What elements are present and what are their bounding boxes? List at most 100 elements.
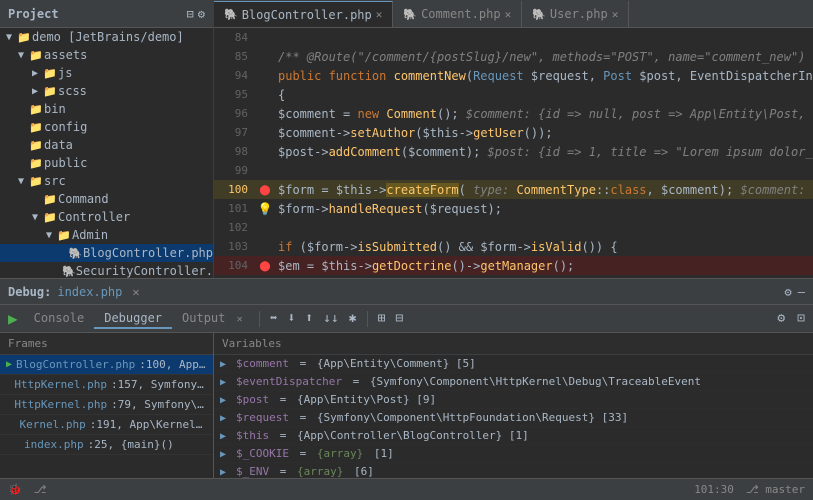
debug-panel-icon[interactable]: ⊡	[793, 309, 809, 328]
var-expand-icon-request[interactable]: ▶	[220, 413, 232, 424]
debug-tab-console[interactable]: Console	[24, 309, 95, 329]
sidebar-settings-icon[interactable]: ⚙	[198, 7, 205, 21]
var-item-comment[interactable]: ▶ $comment = {App\Entity\Comment} [5]	[214, 355, 813, 373]
frame-detail-2: :157, Symfony\Component\HttpKernel\HttpK…	[111, 378, 207, 391]
debug-step-into-button[interactable]: ⬇	[283, 309, 299, 328]
tree-item-securitycontroller[interactable]: ▶ 🐘 SecurityController.php	[0, 262, 213, 278]
tree-item-command[interactable]: ▶ 📁 Command	[0, 190, 213, 208]
tree-item-config[interactable]: ▶ 📁 config	[0, 118, 213, 136]
sidebar: Project ⊟ ⚙ ▼ 📁 demo [JetBrains/demo] ▼ …	[0, 0, 214, 278]
tree-item-data[interactable]: ▶ 📁 data	[0, 136, 213, 154]
var-item-post[interactable]: ▶ $post = {App\Entity\Post} [9]	[214, 391, 813, 409]
var-expand-icon-comment[interactable]: ▶	[220, 359, 232, 370]
frame-item-1[interactable]: ▶ BlogController.php :100, App\Controlle…	[0, 355, 213, 375]
tab-label-user: User.php	[550, 7, 608, 21]
tab-close-comment[interactable]: ✕	[505, 8, 512, 21]
tree-label-scss: scss	[58, 84, 87, 98]
debug-file[interactable]: index.php	[57, 285, 122, 299]
tree-label-assets: assets	[44, 48, 87, 62]
code-line-99: 99	[214, 161, 813, 180]
tree-item-demo[interactable]: ▼ 📁 demo [JetBrains/demo]	[0, 28, 213, 46]
debug-tab-debugger[interactable]: Debugger	[94, 309, 172, 329]
folder-icon-admin: 📁	[56, 229, 72, 242]
breakpoint-icon-100[interactable]: ⬤	[259, 185, 270, 196]
var-expand-icon-post[interactable]: ▶	[220, 395, 232, 406]
status-branch-name[interactable]: master	[765, 483, 805, 496]
frame-text-3: HttpKernel.php	[14, 398, 107, 411]
tree-arrow-bin: ▶	[14, 104, 28, 115]
breakpoint-icon-104[interactable]: ⬤	[259, 261, 270, 272]
frame-item-4[interactable]: Kernel.php :191, App\Kernel->handle()	[0, 415, 213, 435]
debug-settings-icon[interactable]: ⚙	[773, 309, 789, 328]
tree-label-bin: bin	[44, 102, 66, 116]
tab-user[interactable]: 🐘 User.php ✕	[522, 1, 629, 27]
frames-list: ▶ BlogController.php :100, App\Controlle…	[0, 355, 213, 478]
debug-step-over-button[interactable]: ⬌	[266, 309, 282, 328]
status-line-col[interactable]: 101:30	[694, 483, 734, 496]
debug-close-icon[interactable]: ✕	[132, 285, 139, 299]
frame-item-5[interactable]: index.php :25, {main}()	[0, 435, 213, 455]
tab-blogcontroller[interactable]: 🐘 BlogController.php ✕	[214, 1, 393, 27]
tab-label-comment: Comment.php	[421, 7, 500, 21]
tab-close-blog[interactable]: ✕	[376, 8, 383, 21]
frame-item-3[interactable]: HttpKernel.php :79, Symfony\Component\Ht…	[0, 395, 213, 415]
tree-arrow-config: ▶	[14, 122, 28, 133]
frame-text-5: index.php	[24, 438, 84, 451]
code-line-85: 85 /** @Route("/comment/{postSlug}/new",…	[214, 47, 813, 66]
tab-comment[interactable]: 🐘 Comment.php ✕	[393, 1, 522, 27]
debug-run-button[interactable]: ▶	[4, 307, 22, 330]
code-lines: 84 85 /** @Route("/comment/{postSlug}/ne…	[214, 28, 813, 278]
tree-item-blogcontroller[interactable]: ▶ 🐘 BlogController.php	[0, 244, 213, 262]
tree-label-config: config	[44, 120, 87, 134]
debug-frames-button[interactable]: ⊞	[374, 309, 390, 328]
debug-step-out-button[interactable]: ⬆	[301, 309, 317, 328]
tree-item-js[interactable]: ▶ 📁 js	[0, 64, 213, 82]
tree-item-public[interactable]: ▶ 📁 public	[0, 154, 213, 172]
tree-arrow-admin: ▼	[42, 230, 56, 241]
tree-item-assets[interactable]: ▼ 📁 assets	[0, 46, 213, 64]
tree-item-bin[interactable]: ▶ 📁 bin	[0, 100, 213, 118]
frames-panel: Frames ▶ BlogController.php :100, App\Co…	[0, 333, 214, 478]
var-expand-icon-env[interactable]: ▶	[220, 467, 232, 478]
project-tree: ▼ 📁 demo [JetBrains/demo] ▼ 📁 assets ▶ 📁…	[0, 28, 213, 278]
var-expand-icon-eventdispatcher[interactable]: ▶	[220, 377, 232, 388]
var-item-request[interactable]: ▶ $request = {Symfony\Component\HttpFoun…	[214, 409, 813, 427]
editor-area: 🐘 BlogController.php ✕ 🐘 Comment.php ✕ 🐘…	[214, 0, 813, 278]
tree-label-js: js	[58, 66, 72, 80]
var-item-cookie[interactable]: ▶ $_COOKIE = {array} [1]	[214, 445, 813, 463]
var-expand-icon-cookie[interactable]: ▶	[220, 449, 232, 460]
var-item-env[interactable]: ▶ $_ENV = {array} [6]	[214, 463, 813, 478]
tree-arrow-public: ▶	[14, 158, 28, 169]
var-expand-icon-this[interactable]: ▶	[220, 431, 232, 442]
debug-gear-icon[interactable]: ⚙	[785, 285, 792, 299]
code-area[interactable]: 84 85 /** @Route("/comment/{postSlug}/ne…	[214, 28, 813, 278]
frame-item-2[interactable]: HttpKernel.php :157, Symfony\Component\H…	[0, 375, 213, 395]
debug-evaluate-button[interactable]: ✱	[345, 309, 361, 328]
sidebar-collapse-icon[interactable]: ⊟	[187, 7, 194, 21]
tree-item-src[interactable]: ▼ 📁 src	[0, 172, 213, 190]
var-item-this[interactable]: ▶ $this = {App\Controller\BlogController…	[214, 427, 813, 445]
debug-threads-button[interactable]: ⊟	[391, 309, 407, 328]
debug-minimize-icon[interactable]: —	[798, 285, 805, 299]
frame-text-4: Kernel.php	[20, 418, 86, 431]
var-item-eventdispatcher[interactable]: ▶ $eventDispatcher = {Symfony\Component\…	[214, 373, 813, 391]
tree-item-scss[interactable]: ▶ 📁 scss	[0, 82, 213, 100]
project-title: Project	[8, 7, 187, 21]
tree-label-admin: Admin	[72, 228, 108, 242]
debug-output-close[interactable]: ✕	[237, 314, 243, 325]
tree-item-controller[interactable]: ▼ 📁 Controller	[0, 208, 213, 226]
frame-detail-3: :79, Symfony\Component\HttpKernel\HttpKe…	[111, 398, 207, 411]
debug-panel: Debug: index.php ✕ ⚙ — ▶ Console Debugge…	[0, 278, 813, 478]
debug-tab-output[interactable]: Output ✕	[172, 309, 253, 329]
tab-close-user[interactable]: ✕	[612, 8, 619, 21]
vars-list: ▶ $comment = {App\Entity\Comment} [5] ▶ …	[214, 355, 813, 478]
frame-arrow-icon-1: ▶	[6, 359, 12, 370]
warn-icon-101: 💡	[258, 202, 273, 216]
code-line-94: 94 public function commentNew(Request $r…	[214, 66, 813, 85]
tree-item-admin[interactable]: ▼ 📁 Admin	[0, 226, 213, 244]
debug-toolbar: ▶ Console Debugger Output ✕ ⬌ ⬇ ⬆ ↓↓ ✱ ⊞…	[0, 305, 813, 333]
frame-detail-5: :25, {main}()	[88, 438, 174, 451]
folder-icon-js: 📁	[42, 67, 58, 80]
debug-run-to-cursor-button[interactable]: ↓↓	[319, 309, 343, 328]
sidebar-header: Project ⊟ ⚙	[0, 0, 213, 28]
